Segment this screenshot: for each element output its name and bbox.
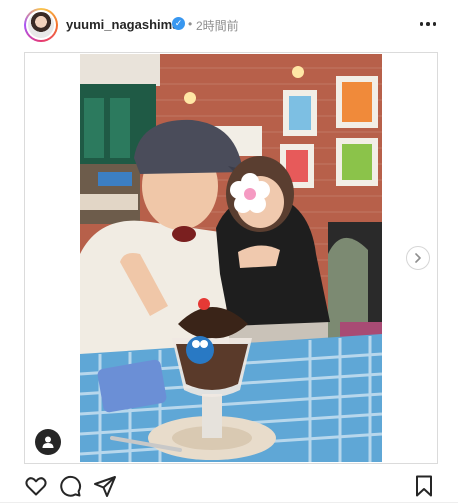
- send-icon: [94, 476, 116, 497]
- post-timestamp[interactable]: 2時間前: [196, 17, 239, 34]
- share-button[interactable]: [93, 474, 117, 498]
- instagram-post: yuumi_nagashima ✓ • 2時間前: [0, 0, 458, 502]
- comment-icon: [60, 475, 82, 497]
- post-header: yuumi_nagashima ✓ • 2時間前: [0, 0, 458, 50]
- more-options-icon[interactable]: [418, 14, 438, 34]
- username-link[interactable]: yuumi_nagashima: [66, 17, 179, 32]
- heart-icon: [25, 477, 47, 496]
- carousel-next-button[interactable]: [406, 246, 430, 270]
- avatar[interactable]: [24, 8, 58, 42]
- like-button[interactable]: [24, 474, 48, 498]
- save-button[interactable]: [412, 474, 436, 498]
- bookmark-icon: [416, 475, 432, 497]
- comment-button[interactable]: [58, 474, 82, 498]
- post-photo[interactable]: [80, 54, 382, 462]
- photo-illustration: [80, 54, 382, 462]
- chevron-right-icon: [415, 253, 421, 263]
- avatar-image: [28, 12, 54, 38]
- action-bar: [0, 470, 458, 502]
- verified-badge-icon: ✓: [172, 17, 185, 30]
- user-tag-button[interactable]: [35, 429, 61, 455]
- user-tag-icon: [42, 436, 54, 448]
- separator-dot: •: [188, 17, 193, 31]
